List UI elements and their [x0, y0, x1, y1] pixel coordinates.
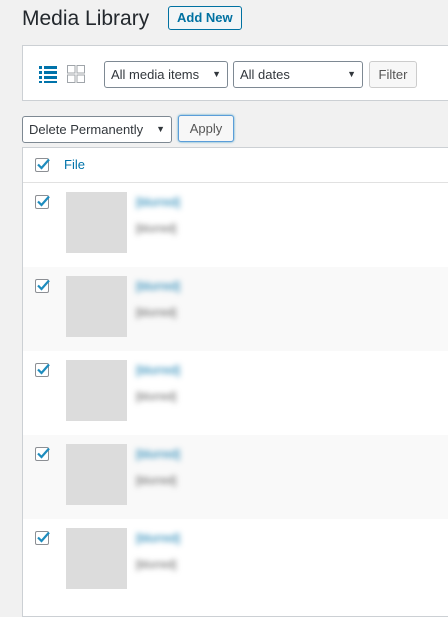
table-row: [blurred] [blurred] — [23, 519, 448, 603]
table-row: [blurred] [blurred] — [23, 183, 448, 267]
table-row: [blurred] [blurred] — [23, 351, 448, 435]
table-header: File — [23, 148, 448, 183]
media-filename: [blurred] — [136, 307, 177, 319]
dropdown-caret-icon: ▼ — [212, 69, 221, 79]
dropdown-caret-icon: ▼ — [156, 124, 165, 134]
media-table: File [blurred] [blurred] [blurred] [blur… — [22, 147, 448, 617]
date-select[interactable]: All dates ▼ — [233, 61, 363, 88]
row-checkbox[interactable] — [35, 447, 50, 461]
bulk-action-select[interactable]: Delete Permanently ▼ — [22, 116, 172, 143]
media-toolbar: All media items ▼ All dates ▼ Filter — [22, 45, 448, 101]
apply-button[interactable]: Apply — [178, 115, 234, 142]
list-view-icon[interactable] — [39, 65, 57, 83]
media-title-link[interactable]: [blurred] — [136, 279, 180, 293]
grid-view-icon[interactable] — [67, 65, 85, 83]
date-select-value: All dates — [240, 67, 290, 82]
add-new-button[interactable]: Add New — [168, 6, 242, 30]
select-all-checkbox[interactable] — [35, 158, 50, 172]
media-type-select-value: All media items — [111, 67, 200, 82]
table-row: [blurred] [blurred] — [23, 435, 448, 519]
page-title: Media Library — [22, 7, 150, 30]
media-thumbnail[interactable] — [66, 444, 127, 505]
media-type-select[interactable]: All media items ▼ — [104, 61, 228, 88]
checkmark-icon — [37, 279, 50, 291]
media-title-link[interactable]: [blurred] — [136, 195, 180, 209]
media-title-link[interactable]: [blurred] — [136, 447, 180, 461]
column-header-file[interactable]: File — [64, 157, 85, 172]
checkmark-icon — [37, 531, 50, 543]
row-checkbox[interactable] — [35, 279, 50, 293]
media-filename: [blurred] — [136, 475, 177, 487]
checkmark-icon — [37, 363, 50, 375]
media-thumbnail[interactable] — [66, 360, 127, 421]
media-title-link[interactable]: [blurred] — [136, 531, 180, 545]
row-checkbox[interactable] — [35, 531, 50, 545]
checkmark-icon — [37, 158, 50, 170]
media-title-link[interactable]: [blurred] — [136, 363, 180, 377]
bulk-action-select-value: Delete Permanently — [29, 122, 144, 137]
media-thumbnail[interactable] — [66, 276, 127, 337]
dropdown-caret-icon: ▼ — [347, 69, 356, 79]
checkmark-icon — [37, 195, 50, 207]
row-checkbox[interactable] — [35, 195, 50, 209]
media-filename: [blurred] — [136, 391, 177, 403]
media-filename: [blurred] — [136, 559, 177, 571]
checkmark-icon — [37, 447, 50, 459]
row-checkbox[interactable] — [35, 363, 50, 377]
table-row: [blurred] [blurred] — [23, 267, 448, 351]
filter-button[interactable]: Filter — [369, 61, 417, 88]
media-filename: [blurred] — [136, 223, 177, 235]
media-thumbnail[interactable] — [66, 528, 127, 589]
media-thumbnail[interactable] — [66, 192, 127, 253]
